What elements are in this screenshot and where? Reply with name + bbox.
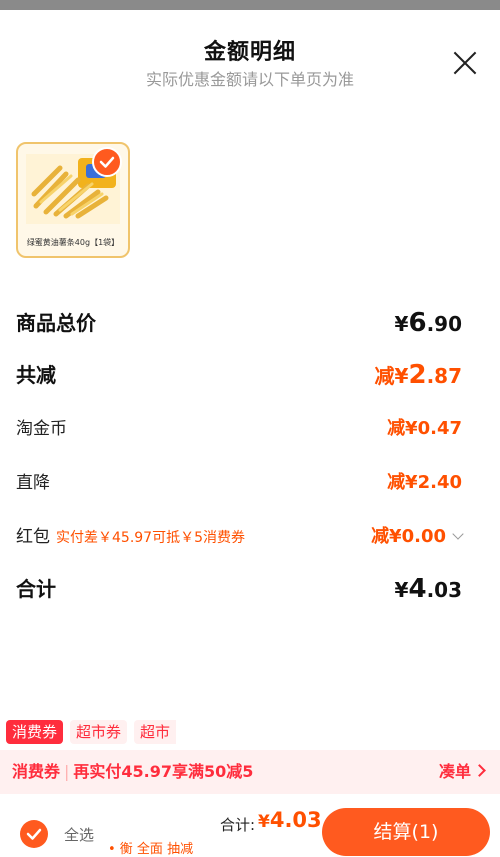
select-all-label[interactable]: 全选 (64, 824, 94, 845)
product-name: 绿蜜黄油薯条40g【1袋】 (26, 238, 120, 247)
subtotal-label: 商品总价 (16, 311, 96, 335)
checkout-button[interactable]: 结算(1) (322, 808, 490, 856)
coupon-tabs: 消费券 超市券 超市 (0, 716, 500, 746)
discount-total-amount: 减¥2.87 (374, 360, 462, 390)
add-items-link[interactable]: 凑单 (438, 750, 486, 794)
total-label: 合计 (16, 577, 56, 601)
chevron-right-icon (473, 764, 486, 777)
tab-supermarket[interactable]: 超市 (134, 720, 177, 744)
top-dim-bar (0, 0, 500, 10)
divider: | (64, 762, 70, 781)
bottom-total-label: 合计: (220, 816, 256, 834)
page-title: 金额明细 (203, 40, 296, 65)
close-icon[interactable] (452, 50, 478, 76)
direct-row: 直降 减¥2.40 (16, 468, 462, 498)
bottom-note: • 衡 全面 抽减 (108, 842, 194, 857)
taojin-row: 淘金币 减¥0.47 (16, 414, 462, 444)
coupon-promo-bar: 消费券 | 再实付45.97享满50减5 凑单 (0, 750, 500, 794)
chevron-down-icon (452, 528, 464, 540)
taojin-label: 淘金币 (16, 419, 67, 439)
subtotal-amount: ¥6.90 (394, 308, 462, 338)
subtotal-row: 商品总价 ¥6.90 (16, 308, 462, 338)
redpacket-label-wrap: 红包 实付差￥45.97可抵￥5消费券 (16, 522, 245, 553)
sheet-header: 金额明细 实际优惠金额请以下单页为准 (0, 10, 500, 110)
redpacket-label: 红包 (16, 527, 50, 547)
redpacket-row[interactable]: 红包 实付差￥45.97可抵￥5消费券 减¥0.00 (16, 522, 464, 553)
coupon-promo-label: 消费券 (12, 762, 61, 781)
redpacket-amount: 减¥0.00 (371, 526, 446, 547)
bottom-total-value: ¥4.03 (258, 808, 322, 832)
coupon-promo-text-wrap: 消费券 | 再实付45.97享满50减5 (12, 750, 253, 794)
total-row: 合计 ¥4.03 (16, 574, 462, 604)
tab-supermarket-coupon[interactable]: 超市券 (70, 720, 128, 744)
total-amount: ¥4.03 (394, 574, 462, 604)
direct-amount: 减¥2.40 (387, 472, 462, 493)
redpacket-hint: 实付差￥45.97可抵￥5消费券 (56, 530, 245, 546)
page-subtitle: 实际优惠金额请以下单页为准 (145, 70, 354, 89)
selected-check-icon[interactable] (92, 147, 122, 177)
direct-label: 直降 (16, 473, 50, 493)
checkout-bar: 全选 合计: ¥4.03 • 衡 全面 抽减 结算(1) (0, 796, 500, 857)
discount-total-row: 共减 减¥2.87 (16, 360, 462, 390)
coupon-promo-text: 再实付45.97享满50减5 (73, 762, 254, 781)
taojin-amount: 减¥0.47 (387, 418, 462, 439)
add-items-label: 凑单 (438, 762, 471, 781)
discount-total-label: 共减 (16, 363, 56, 387)
tab-consumer-coupon[interactable]: 消费券 (6, 720, 64, 744)
redpacket-amount-wrap[interactable]: 减¥0.00 (371, 522, 464, 552)
